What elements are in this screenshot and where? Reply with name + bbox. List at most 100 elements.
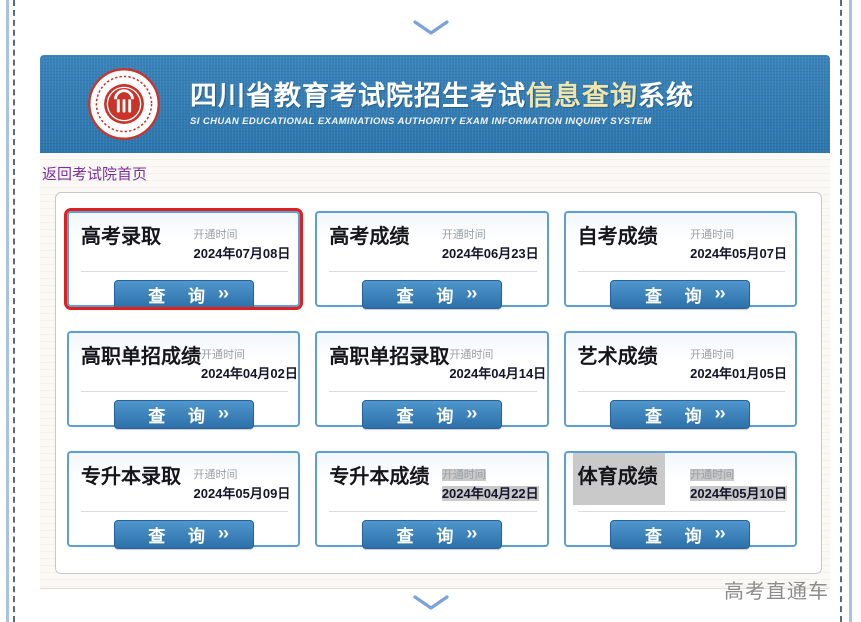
query-button[interactable]: 查 询›› bbox=[114, 400, 254, 429]
card-open-time: 开通时间2024年06月23日 bbox=[442, 225, 539, 263]
query-card: 体育成绩 开通时间2024年05月10日查 询›› bbox=[564, 451, 797, 547]
double-arrow-icon: ›› bbox=[466, 403, 476, 424]
main-container: 四川省教育考试院招生考试信息查询系统 SI CHUAN EDUCATIONAL … bbox=[40, 55, 830, 589]
page-left-dashed-border bbox=[13, 0, 15, 622]
card-open-time: 开通时间2024年04月14日 bbox=[449, 345, 546, 383]
back-to-homepage-link[interactable]: 返回考试院首页 bbox=[42, 163, 147, 184]
card-divider bbox=[81, 511, 288, 512]
site-header: 四川省教育考试院招生考试信息查询系统 SI CHUAN EDUCATIONAL … bbox=[40, 55, 830, 153]
query-button[interactable]: 查 询›› bbox=[362, 280, 502, 309]
card-divider bbox=[578, 271, 785, 272]
card-top: 高考成绩 开通时间2024年06月23日 bbox=[317, 213, 546, 263]
card-title: 高职单招成绩 bbox=[81, 344, 201, 370]
double-arrow-icon: ›› bbox=[218, 403, 228, 424]
query-button-label: 查 询 bbox=[397, 522, 463, 547]
query-button-label: 查 询 bbox=[148, 522, 214, 547]
card-open-time: 开通时间2024年04月02日 bbox=[201, 345, 298, 383]
card-title: 专升本录取 bbox=[81, 464, 181, 490]
open-time-value: 2024年01月05日 bbox=[690, 363, 787, 383]
query-button[interactable]: 查 询›› bbox=[114, 280, 254, 309]
card-title: 高考录取 bbox=[81, 224, 161, 250]
card-divider bbox=[81, 391, 288, 392]
card-title: 专升本成绩 bbox=[329, 464, 429, 490]
double-arrow-icon: ›› bbox=[218, 283, 228, 304]
query-card: 专升本成绩开通时间2024年04月22日查 询›› bbox=[315, 451, 548, 547]
card-title: 自考成绩 bbox=[578, 224, 658, 250]
double-arrow-icon: ›› bbox=[218, 523, 228, 544]
card-open-time: 开通时间2024年04月22日 bbox=[442, 465, 539, 503]
card-top: 高考录取 开通时间2024年07月08日 bbox=[69, 213, 298, 263]
site-title: 四川省教育考试院招生考试信息查询系统 bbox=[190, 81, 694, 112]
query-button-label: 查 询 bbox=[397, 282, 463, 307]
query-button[interactable]: 查 询›› bbox=[610, 520, 750, 549]
double-arrow-icon: ›› bbox=[466, 523, 476, 544]
query-button[interactable]: 查 询›› bbox=[362, 400, 502, 429]
double-arrow-icon: ›› bbox=[466, 283, 476, 304]
open-time-label: 开通时间 bbox=[201, 345, 298, 363]
query-button-label: 查 询 bbox=[397, 402, 463, 427]
page-content: 返回考试院首页 高考录取开通时间2024年07月08日查 询››高考成绩开通时间… bbox=[40, 153, 830, 589]
card-top: 体育成绩 开通时间2024年05月10日 bbox=[566, 453, 795, 503]
query-button-label: 查 询 bbox=[148, 402, 214, 427]
page-right-solid-border bbox=[849, 0, 852, 622]
card-open-time: 开通时间2024年05月09日 bbox=[193, 465, 290, 503]
card-open-time: 开通时间2024年01月05日 bbox=[690, 345, 787, 383]
card-divider bbox=[578, 511, 785, 512]
card-divider bbox=[578, 391, 785, 392]
open-time-label: 开通时间 bbox=[690, 465, 787, 483]
query-button[interactable]: 查 询›› bbox=[114, 520, 254, 549]
card-divider bbox=[81, 271, 288, 272]
query-card: 高考录取 开通时间2024年07月08日查 询›› bbox=[67, 211, 300, 307]
open-time-label: 开通时间 bbox=[193, 225, 290, 243]
chevron-down-icon bbox=[410, 593, 452, 613]
open-time-value: 2024年04月22日 bbox=[442, 483, 539, 503]
page-left-solid-border bbox=[6, 0, 9, 622]
card-title: 艺术成绩 bbox=[578, 344, 658, 370]
query-card: 高考成绩 开通时间2024年06月23日查 询›› bbox=[315, 211, 548, 307]
open-time-value: 2024年07月08日 bbox=[193, 243, 290, 263]
query-card: 专升本录取开通时间2024年05月09日查 询›› bbox=[67, 451, 300, 547]
double-arrow-icon: ›› bbox=[715, 403, 725, 424]
chevron-down-icon bbox=[410, 18, 452, 38]
card-open-time: 开通时间2024年07月08日 bbox=[193, 225, 290, 263]
query-card: 高职单招录取开通时间2024年04月14日查 询›› bbox=[315, 331, 548, 427]
site-title-highlight: 信息查询 bbox=[526, 81, 638, 111]
query-button-label: 查 询 bbox=[645, 522, 711, 547]
card-title: 高考成绩 bbox=[329, 224, 409, 250]
card-top: 专升本成绩开通时间2024年04月22日 bbox=[317, 453, 546, 503]
card-divider bbox=[329, 511, 536, 512]
sichuan-education-seal-logo bbox=[86, 66, 162, 142]
query-card: 自考成绩 开通时间2024年05月07日查 询›› bbox=[564, 211, 797, 307]
query-button[interactable]: 查 询›› bbox=[610, 280, 750, 309]
open-time-label: 开通时间 bbox=[690, 225, 787, 243]
page-right-dashed-border bbox=[840, 0, 842, 622]
open-time-label: 开通时间 bbox=[193, 465, 290, 483]
card-top: 艺术成绩 开通时间2024年01月05日 bbox=[566, 333, 795, 383]
footer-brand: 高考直通车 bbox=[724, 575, 829, 604]
card-top: 高职单招成绩开通时间2024年04月02日 bbox=[69, 333, 298, 383]
card-title: 体育成绩 bbox=[573, 453, 665, 505]
open-time-value: 2024年05月07日 bbox=[690, 243, 787, 263]
query-button[interactable]: 查 询›› bbox=[610, 400, 750, 429]
double-arrow-icon: ›› bbox=[715, 523, 725, 544]
card-open-time: 开通时间2024年05月07日 bbox=[690, 225, 787, 263]
open-time-label: 开通时间 bbox=[690, 345, 787, 363]
site-subtitle: SI CHUAN EDUCATIONAL EXAMINATIONS AUTHOR… bbox=[190, 116, 694, 127]
header-title-block: 四川省教育考试院招生考试信息查询系统 SI CHUAN EDUCATIONAL … bbox=[190, 81, 694, 126]
open-time-value: 2024年05月09日 bbox=[193, 483, 290, 503]
card-divider bbox=[329, 271, 536, 272]
open-time-value: 2024年06月23日 bbox=[442, 243, 539, 263]
open-time-value: 2024年04月02日 bbox=[201, 363, 298, 383]
query-button[interactable]: 查 询›› bbox=[362, 520, 502, 549]
open-time-value: 2024年05月10日 bbox=[690, 483, 787, 503]
card-divider bbox=[329, 391, 536, 392]
query-button-label: 查 询 bbox=[645, 402, 711, 427]
card-top: 专升本录取开通时间2024年05月09日 bbox=[69, 453, 298, 503]
open-time-label: 开通时间 bbox=[449, 345, 546, 363]
card-title: 高职单招录取 bbox=[329, 344, 449, 370]
query-card: 艺术成绩 开通时间2024年01月05日查 询›› bbox=[564, 331, 797, 427]
site-title-part2: 系统 bbox=[638, 81, 694, 111]
site-title-part1: 四川省教育考试院招生考试 bbox=[190, 81, 526, 111]
query-button-label: 查 询 bbox=[148, 282, 214, 307]
query-button-label: 查 询 bbox=[645, 282, 711, 307]
